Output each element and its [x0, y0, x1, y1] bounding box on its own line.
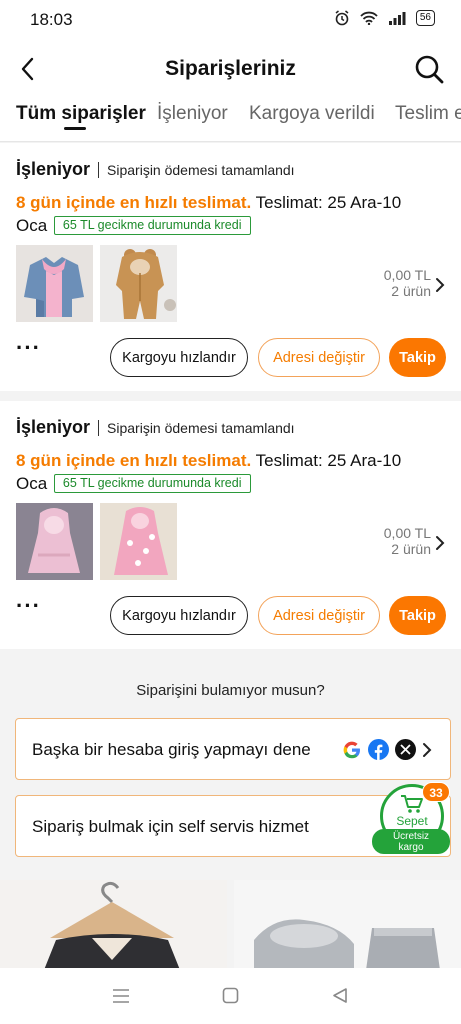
order-header: İşleniyor Siparişin ödemesi tamamlandı	[16, 159, 295, 180]
delivery-info: 8 gün içinde en hızlı teslimat. Teslimat…	[16, 191, 436, 237]
late-credit-badge: 65 TL gecikme durumunda kredi	[53, 474, 251, 493]
change-address-button[interactable]: Adresi değiştir	[258, 596, 380, 635]
order-card[interactable]: İşleniyor Siparişin ödemesi tamamlandı 8…	[0, 401, 461, 649]
product-thumbnail[interactable]	[16, 503, 93, 580]
tab-delivered[interactable]: Teslim e	[395, 103, 461, 125]
status-time: 18:03	[30, 10, 73, 29]
order-status: İşleniyor	[16, 417, 91, 437]
order-price: 0,00 TL	[383, 267, 431, 283]
order-header: İşleniyor Siparişin ödemesi tamamlandı	[16, 417, 295, 438]
chevron-right-icon	[423, 742, 432, 757]
change-address-button[interactable]: Adresi değiştir	[258, 338, 380, 377]
x-icon	[395, 739, 416, 760]
self-service-label: Sipariş bulmak için self servis hizmet	[32, 817, 309, 836]
search-icon[interactable]	[413, 53, 445, 85]
speed-up-shipping-button[interactable]: Kargoyu hızlandır	[110, 596, 248, 635]
payment-status: Siparişin ödemesi tamamlandı	[107, 419, 295, 436]
status-bar: 18:03 56	[0, 0, 461, 40]
back-icon[interactable]	[331, 987, 348, 1004]
tab-processing[interactable]: İşleniyor	[157, 103, 228, 125]
signal-icon	[388, 12, 406, 25]
more-options-button[interactable]: ···	[16, 337, 41, 359]
product-thumbnail[interactable]	[100, 245, 177, 322]
fast-delivery-text: 8 gün içinde en hızlı teslimat.	[16, 451, 252, 470]
late-credit-badge: 65 TL gecikme durumunda kredi	[53, 216, 251, 235]
order-card[interactable]: İşleniyor Siparişin ödemesi tamamlandı 8…	[0, 143, 461, 391]
tab-all-orders[interactable]: Tüm siparişler	[16, 103, 146, 125]
page-title: Siparişleriniz	[165, 57, 296, 80]
google-icon	[343, 741, 360, 758]
recommended-product-card[interactable]	[234, 880, 461, 970]
alarm-icon	[335, 10, 349, 26]
speed-up-shipping-button[interactable]: Kargoyu hızlandır	[110, 338, 248, 377]
order-status: İşleniyor	[16, 159, 91, 179]
divider	[98, 161, 100, 178]
order-summary[interactable]: 0,00 TL 2 ürün	[384, 267, 431, 299]
order-tabs: Tüm siparişler İşleniyor Kargoya verildi…	[0, 98, 461, 142]
cart-icon	[401, 795, 423, 813]
social-login-icons	[342, 739, 432, 760]
status-icons: 56	[334, 10, 435, 26]
floating-cart-button[interactable]: Sepet 33 Ücretsiz kargo	[372, 782, 450, 856]
chevron-right-icon[interactable]	[435, 277, 445, 293]
track-button[interactable]: Takip	[389, 596, 446, 635]
tab-shipped[interactable]: Kargoya verildi	[249, 103, 375, 125]
free-shipping-line1: Ücretsiz	[392, 831, 430, 842]
fast-delivery-text: 8 gün içinde en hızlı teslimat.	[16, 193, 252, 212]
cart-count-badge: 33	[422, 782, 450, 802]
battery-indicator: 56	[415, 10, 435, 26]
product-thumbnail[interactable]	[100, 503, 177, 580]
active-tab-indicator	[64, 127, 86, 130]
free-shipping-line2: kargo	[398, 842, 424, 853]
facebook-icon	[368, 739, 389, 760]
divider	[98, 419, 100, 436]
cant-find-order-text: Siparişini bulamıyor musun?	[136, 682, 325, 699]
wifi-icon	[360, 11, 378, 25]
order-price: 0,00 TL	[383, 525, 431, 541]
header: Siparişleriniz	[0, 40, 461, 98]
order-summary[interactable]: 0,00 TL 2 ürün	[384, 525, 431, 557]
chevron-right-icon[interactable]	[435, 535, 445, 551]
track-button[interactable]: Takip	[389, 338, 446, 377]
recommended-product-card[interactable]	[0, 880, 227, 970]
item-count: 2 ürün	[391, 283, 431, 299]
other-account-login-button[interactable]: Başka bir hesaba giriş yapmayı dene	[15, 718, 451, 780]
delivery-info: 8 gün içinde en hızlı teslimat. Teslimat…	[16, 449, 436, 495]
system-navigation-bar	[0, 968, 461, 1024]
payment-status: Siparişin ödemesi tamamlandı	[107, 161, 295, 178]
menu-icon[interactable]	[112, 988, 130, 1004]
free-shipping-badge: Ücretsiz kargo	[372, 829, 450, 854]
cart-label: Sepet	[396, 814, 428, 828]
home-icon[interactable]	[222, 987, 239, 1004]
item-count: 2 ürün	[391, 541, 431, 557]
other-account-label: Başka bir hesaba giriş yapmayı dene	[32, 740, 311, 759]
product-thumbnail[interactable]	[16, 245, 93, 322]
more-options-button[interactable]: ···	[16, 595, 41, 617]
